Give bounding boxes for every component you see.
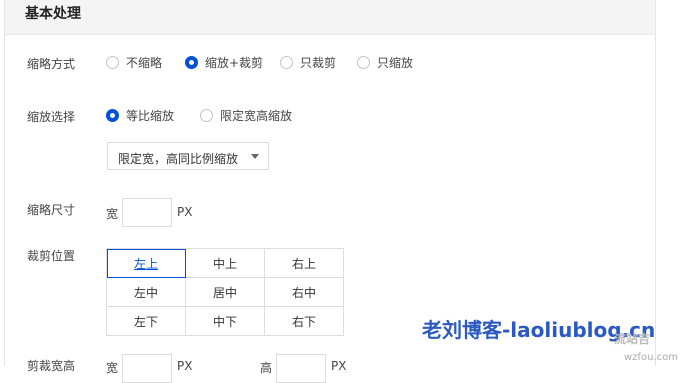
- radio-label: 限定宽高缩放: [220, 109, 293, 123]
- radio-label: 等比缩放: [126, 109, 175, 123]
- radio-icon: [357, 56, 370, 69]
- crop-cell-top-center[interactable]: 中上: [186, 249, 265, 278]
- scale-option-proportional[interactable]: 等比缩放: [106, 107, 174, 124]
- watermark-logo: 流站吉: [614, 332, 651, 346]
- scale-select-label: 缩放选择: [27, 110, 76, 124]
- width-prefix: 宽: [106, 207, 119, 221]
- crop-height-input[interactable]: [276, 354, 326, 383]
- radio-icon: [200, 109, 213, 122]
- crop-height-unit: PX: [331, 359, 347, 373]
- radio-icon: [280, 56, 293, 69]
- crop-height-prefix: 高: [260, 361, 273, 375]
- section-header: 基本处理: [5, 0, 655, 35]
- radio-icon: [106, 56, 119, 69]
- section-title: 基本处理: [25, 6, 81, 22]
- thumb-mode-option-none[interactable]: 不缩略: [106, 54, 162, 71]
- watermark-site: wzfou.com: [624, 352, 678, 363]
- thumb-mode-option-scale-crop[interactable]: 缩放+裁剪: [185, 54, 263, 71]
- crop-width-input[interactable]: [122, 354, 172, 383]
- crop-cell-center[interactable]: 居中: [186, 278, 265, 307]
- radio-label: 不缩略: [126, 56, 163, 70]
- scale-option-fixed-size[interactable]: 限定宽高缩放: [200, 107, 292, 124]
- thumb-width-input[interactable]: [122, 198, 172, 227]
- scale-mode-dropdown[interactable]: 限定宽，高同比例缩放: [107, 142, 269, 170]
- crop-cell-top-left[interactable]: 左上: [107, 249, 186, 278]
- chevron-down-icon: [251, 154, 259, 159]
- radio-checked-icon: [106, 109, 119, 122]
- dropdown-value: 限定宽，高同比例缩放: [118, 152, 239, 166]
- radio-label: 缩放+裁剪: [205, 56, 264, 70]
- thumb-mode-option-crop-only[interactable]: 只裁剪: [280, 54, 336, 71]
- crop-cell-middle-left[interactable]: 左中: [107, 278, 186, 307]
- crop-width-prefix: 宽: [106, 361, 119, 375]
- crop-cell-top-right[interactable]: 右上: [265, 249, 344, 278]
- thumb-mode-label: 缩略方式: [27, 57, 76, 71]
- crop-cell-bottom-center[interactable]: 中下: [186, 307, 265, 336]
- crop-cell-bottom-left[interactable]: 左下: [107, 307, 186, 336]
- radio-checked-icon: [185, 56, 198, 69]
- crop-position-grid: 左上 中上 右上 左中 居中 右中 左下 中下 右下: [106, 248, 344, 336]
- crop-position-label: 裁剪位置: [27, 249, 76, 263]
- thumb-mode-option-scale-only[interactable]: 只缩放: [357, 54, 413, 71]
- crop-cell-bottom-right[interactable]: 右下: [265, 307, 344, 336]
- radio-label: 只裁剪: [300, 56, 337, 70]
- crop-width-unit: PX: [177, 359, 193, 373]
- unit-label: PX: [177, 205, 193, 219]
- settings-panel: 基本处理 缩略方式 不缩略 缩放+裁剪 只裁剪 只缩放 缩放选择 等比缩放 限定…: [4, 0, 656, 383]
- thumb-size-label: 缩略尺寸: [27, 203, 76, 217]
- radio-label: 只缩放: [377, 56, 414, 70]
- crop-cell-middle-right[interactable]: 右中: [265, 278, 344, 307]
